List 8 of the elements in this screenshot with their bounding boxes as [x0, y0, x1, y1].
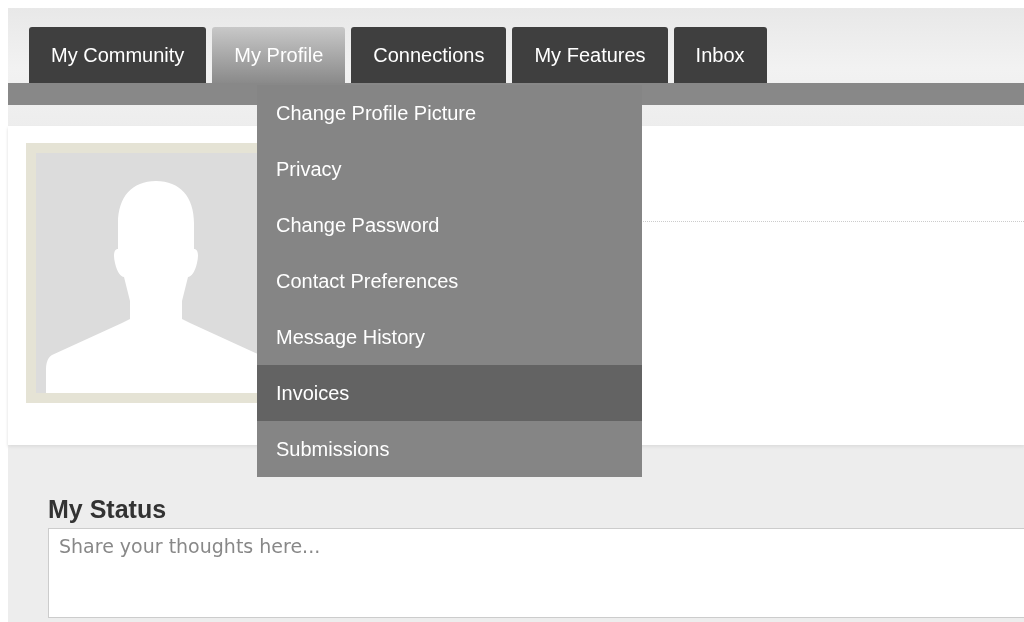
nav-tab[interactable]: My Community — [29, 27, 207, 83]
nav-tab[interactable]: Connections — [351, 27, 507, 83]
menu-item[interactable]: Invoices — [257, 365, 642, 421]
status-input[interactable]: Share your thoughts here... — [48, 528, 1024, 618]
section-heading: My Status — [48, 495, 167, 524]
nav-tab[interactable]: My Features — [512, 27, 668, 83]
nav-tab[interactable]: My Profile — [212, 27, 346, 83]
nav-tab[interactable]: Inbox — [673, 27, 767, 83]
